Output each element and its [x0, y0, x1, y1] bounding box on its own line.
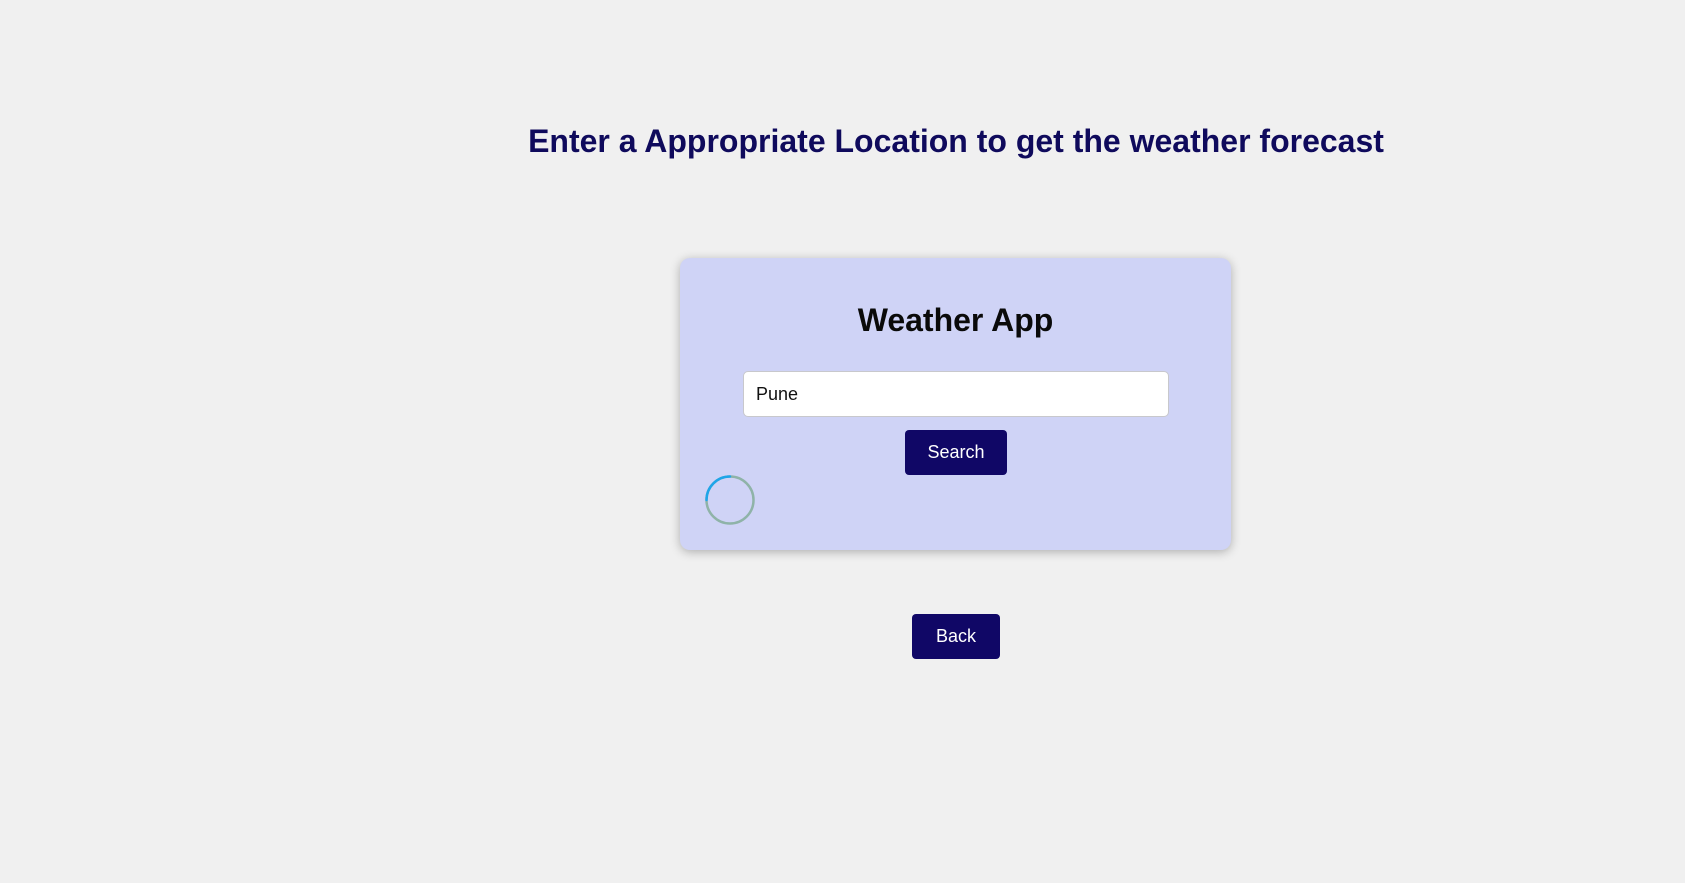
- location-input[interactable]: [743, 371, 1169, 417]
- weather-card: Weather App Search: [680, 258, 1231, 550]
- loading-spinner-icon: [705, 475, 755, 525]
- app-title: Weather App: [857, 302, 1054, 338]
- back-button[interactable]: Back: [912, 614, 1000, 659]
- page-heading: Enter a Appropriate Location to get the …: [528, 123, 1384, 159]
- search-button[interactable]: Search: [905, 430, 1007, 475]
